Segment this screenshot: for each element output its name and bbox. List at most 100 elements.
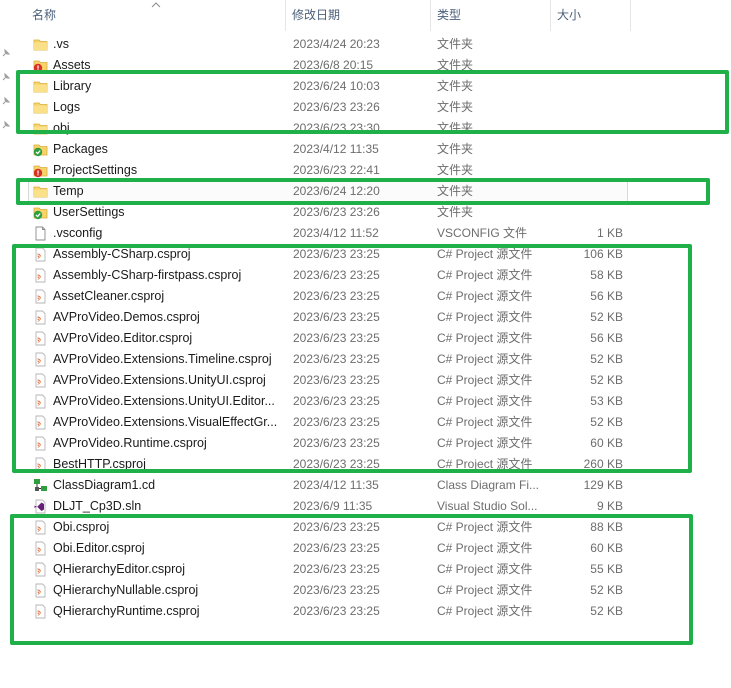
file-size: 53 KB [590, 394, 623, 408]
file-name: AVProVideo.Runtime.csproj [53, 436, 207, 450]
file-name: AVProVideo.Extensions.UnityUI.csproj [53, 373, 266, 387]
class-diagram-icon [33, 478, 48, 493]
file-row[interactable]: QHierarchyNullable.csproj 2023/6/23 23:25… [0, 580, 731, 601]
file-type: 文件夹 [437, 163, 474, 177]
file-row[interactable]: QHierarchyRuntime.csproj 2023/6/23 23:25 C… [0, 601, 731, 622]
file-size [555, 55, 623, 76]
file-type: C# Project 源文件 [437, 394, 533, 408]
csproj-icon [33, 352, 48, 367]
folder-check-icon [33, 142, 48, 157]
file-name: AVProVideo.Extensions.UnityUI.Editor... [53, 394, 275, 408]
file-type: 文件夹 [437, 58, 474, 72]
file-size: 55 KB [590, 562, 623, 576]
file-date-modified: 2023/6/23 23:25 [293, 331, 380, 345]
file-date-modified: 2023/6/23 23:25 [293, 562, 380, 576]
file-row[interactable]: Obi.Editor.csproj 2023/6/23 23:25 C# Proje… [0, 538, 731, 559]
file-size: 58 KB [590, 268, 623, 282]
file-type: C# Project 源文件 [437, 436, 533, 450]
file-type: C# Project 源文件 [437, 583, 533, 597]
file-row[interactable]: Obi.csproj 2023/6/23 23:25 C# Project 源文件 8… [0, 517, 731, 538]
csproj-icon [33, 415, 48, 430]
file-row[interactable]: .vsconfig 2023/4/12 11:52 VSCONFIG 文件 1 KB [0, 223, 731, 244]
column-header-size[interactable]: 大小 [551, 0, 631, 31]
file-row[interactable]: BestHTTP.csproj 2023/6/23 23:25 C# Project… [0, 454, 731, 475]
file-date-modified: 2023/6/23 23:30 [293, 121, 380, 135]
file-row[interactable]: AVProVideo.Demos.csproj 2023/6/23 23:25 C#… [0, 307, 731, 328]
file-size [555, 34, 623, 55]
csproj-icon [33, 310, 48, 325]
file-size: 1 KB [596, 226, 623, 240]
csproj-icon [33, 331, 48, 346]
file-size [555, 160, 623, 181]
file-date-modified: 2023/6/23 23:25 [293, 247, 380, 261]
file-size [555, 181, 623, 202]
file-row[interactable]: obj 2023/6/23 23:30 文件夹 [0, 118, 731, 139]
file-size: 60 KB [590, 436, 623, 450]
file-name: AVProVideo.Extensions.Timeline.csproj [53, 352, 272, 366]
file-row[interactable]: DLJT_Cp3D.sln 2023/6/9 11:35 Visual Studio… [0, 496, 731, 517]
file-row[interactable]: AVProVideo.Extensions.VisualEffectGr... 2… [0, 412, 731, 433]
file-size: 52 KB [590, 583, 623, 597]
file-row[interactable]: AVProVideo.Runtime.csproj 2023/6/23 23:25… [0, 433, 731, 454]
file-row[interactable]: ProjectSettings 2023/6/23 22:41 文件夹 [0, 160, 731, 181]
file-row[interactable]: Assembly-CSharp-firstpass.csproj 2023/6/2… [0, 265, 731, 286]
file-date-modified: 2023/6/23 23:26 [293, 100, 380, 114]
file-name: Obi.csproj [53, 520, 110, 534]
file-size: 56 KB [590, 331, 623, 345]
file-row[interactable]: AVProVideo.Extensions.UnityUI.csproj 2023… [0, 370, 731, 391]
csproj-icon [33, 604, 48, 619]
column-header-date[interactable]: 修改日期 [286, 0, 431, 31]
file-row[interactable]: .vs 2023/4/24 20:23 文件夹 [0, 34, 731, 55]
file-name: Library [53, 79, 92, 93]
file-size: 56 KB [590, 289, 623, 303]
file-row[interactable]: Library 2023/6/24 10:03 文件夹 [0, 76, 731, 97]
file-name: AssetCleaner.csproj [53, 289, 165, 303]
file-row[interactable]: AVProVideo.Editor.csproj 2023/6/23 23:25 C… [0, 328, 731, 349]
folder-icon [33, 121, 48, 136]
file-row[interactable]: AVProVideo.Extensions.UnityUI.Editor... 2… [0, 391, 731, 412]
file-name: ClassDiagram1.cd [53, 478, 156, 492]
file-size: 129 KB [583, 478, 623, 492]
file-date-modified: 2023/6/23 23:25 [293, 352, 380, 366]
file-date-modified: 2023/6/23 23:25 [293, 289, 380, 303]
file-date-modified: 2023/6/24 12:20 [293, 184, 380, 198]
file-date-modified: 2023/6/23 23:25 [293, 457, 380, 471]
file-type: C# Project 源文件 [437, 604, 533, 618]
file-date-modified: 2023/4/12 11:35 [293, 478, 379, 492]
column-header-type[interactable]: 类型 [431, 0, 551, 31]
file-type: 文件夹 [437, 79, 474, 93]
csproj-icon [33, 520, 48, 535]
file-name: BestHTTP.csproj [53, 457, 146, 471]
file-type: 文件夹 [437, 205, 474, 219]
file-name: QHierarchyRuntime.csproj [53, 604, 200, 618]
file-row[interactable]: AssetCleaner.csproj 2023/6/23 23:25 C# Pro… [0, 286, 731, 307]
file-row[interactable]: AVProVideo.Extensions.Timeline.csproj 202… [0, 349, 731, 370]
file-date-modified: 2023/6/23 23:26 [293, 205, 380, 219]
file-row[interactable]: UserSettings 2023/6/23 23:26 文件夹 [0, 202, 731, 223]
folder-check-icon [33, 205, 48, 220]
file-name: QHierarchyEditor.csproj [53, 562, 185, 576]
file-type: C# Project 源文件 [437, 289, 533, 303]
file-type: C# Project 源文件 [437, 331, 533, 345]
file-size: 106 KB [583, 247, 623, 261]
folder-error-icon [33, 163, 48, 178]
file-row[interactable]: Packages 2023/4/12 11:35 文件夹 [0, 139, 731, 160]
file-type: C# Project 源文件 [437, 520, 533, 534]
file-date-modified: 2023/6/23 23:25 [293, 268, 380, 282]
file-row[interactable]: Temp 2023/6/24 12:20 文件夹 [0, 181, 731, 204]
file-row[interactable]: QHierarchyEditor.csproj 2023/6/23 23:25 C#… [0, 559, 731, 580]
file-row[interactable]: Logs 2023/6/23 23:26 文件夹 [0, 97, 731, 118]
file-type: C# Project 源文件 [437, 247, 533, 261]
file-date-modified: 2023/6/23 23:25 [293, 520, 380, 534]
file-row[interactable]: Assets 2023/6/8 20:15 文件夹 [0, 55, 731, 76]
file-row[interactable]: ClassDiagram1.cd 2023/4/12 11:35 Class Dia… [0, 475, 731, 496]
file-name: Logs [53, 100, 81, 114]
file-date-modified: 2023/6/9 11:35 [293, 499, 373, 513]
file-type: Class Diagram Fi... [437, 478, 540, 492]
file-date-modified: 2023/6/24 10:03 [293, 79, 380, 93]
file-type: C# Project 源文件 [437, 415, 533, 429]
file-row[interactable]: Assembly-CSharp.csproj 2023/6/23 23:25 C# … [0, 244, 731, 265]
file-name: AVProVideo.Editor.csproj [53, 331, 193, 345]
file-date-modified: 2023/6/23 23:25 [293, 310, 380, 324]
file-type: C# Project 源文件 [437, 457, 533, 471]
